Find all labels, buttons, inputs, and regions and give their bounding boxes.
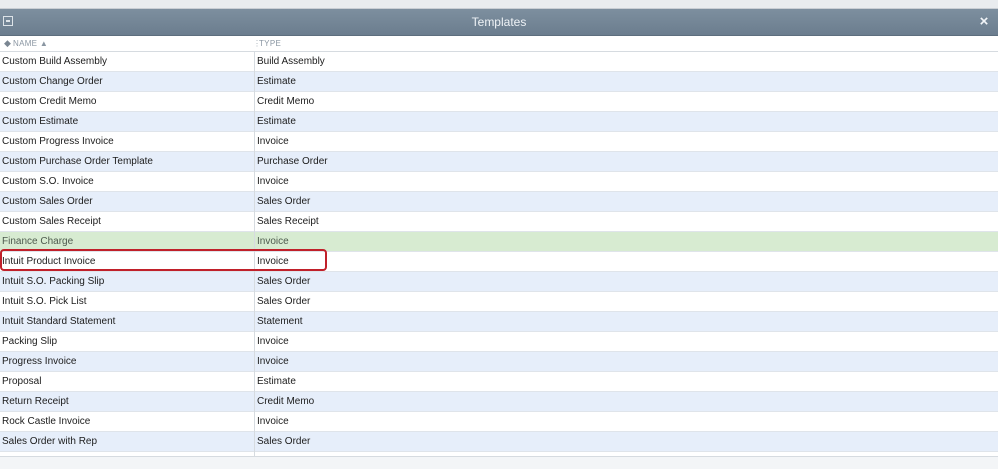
template-type-cell: Purchase Order xyxy=(257,156,328,167)
template-type-cell: Sales Order xyxy=(257,276,311,287)
template-name-cell: Proposal xyxy=(2,376,42,387)
template-name-cell: Custom S.O. Invoice xyxy=(2,176,94,187)
close-icon[interactable]: × xyxy=(976,12,992,32)
template-name-cell: Custom Estimate xyxy=(2,116,79,127)
template-type-cell: Sales Receipt xyxy=(257,216,319,227)
template-type-cell: Sales Order xyxy=(257,296,311,307)
template-name-cell: Sales Order with Rep xyxy=(2,436,98,447)
table-row[interactable]: Sales Order with Rep Sales Order xyxy=(0,432,998,452)
template-name-cell: Packing Slip xyxy=(2,336,58,347)
template-name-cell: Progress Invoice xyxy=(2,356,77,367)
template-name-cell: Intuit S.O. Pick List xyxy=(2,296,87,307)
bottom-window-strip xyxy=(0,456,998,469)
column-header-row: ◆ NAME ▲ ⋮ TYPE xyxy=(0,36,998,52)
table-row[interactable]: Custom Change Order Estimate xyxy=(0,72,998,92)
template-name-cell: Custom Sales Order xyxy=(2,196,93,207)
table-row[interactable]: Custom Build Assembly Build Assembly xyxy=(0,52,998,72)
template-name-cell: Custom Change Order xyxy=(2,76,103,87)
table-row[interactable]: Custom Sales Order Sales Order xyxy=(0,192,998,212)
table-row[interactable]: Custom Credit Memo Credit Memo xyxy=(0,92,998,112)
template-name-cell: Custom Progress Invoice xyxy=(2,136,114,147)
template-name-cell: Rock Castle Invoice xyxy=(2,416,91,427)
table-row[interactable]: Custom Estimate Estimate xyxy=(0,112,998,132)
template-type-cell: Credit Memo xyxy=(257,96,315,107)
template-type-cell: Estimate xyxy=(257,76,296,87)
template-name-cell: Intuit Standard Statement xyxy=(2,316,116,327)
table-row[interactable]: Intuit S.O. Pick List Sales Order xyxy=(0,292,998,312)
window-titlebar: Templates × xyxy=(0,9,998,36)
table-row[interactable]: Rock Castle Invoice Invoice xyxy=(0,412,998,432)
table-row[interactable]: Return Receipt Credit Memo xyxy=(0,392,998,412)
template-type-cell: Sales Order xyxy=(257,436,311,447)
template-type-cell: Estimate xyxy=(257,116,296,127)
table-row[interactable]: Custom Sales Receipt Sales Receipt xyxy=(0,212,998,232)
table-row[interactable]: Custom Purchase Order Template Purchase O… xyxy=(0,152,998,172)
template-name-cell: Custom Sales Receipt xyxy=(2,216,101,227)
annotation-highlight-box xyxy=(0,249,327,271)
window-title: Templates xyxy=(471,15,527,29)
table-row[interactable]: Custom Progress Invoice Invoice xyxy=(0,132,998,152)
template-name-cell: Intuit S.O. Packing Slip xyxy=(2,276,105,287)
template-name-cell: Custom Credit Memo xyxy=(2,96,97,107)
template-type-cell: Build Assembly xyxy=(257,56,325,67)
table-row[interactable]: Proposal Estimate xyxy=(0,372,998,392)
column-header-type[interactable]: TYPE xyxy=(259,36,281,51)
template-type-cell: Invoice xyxy=(257,416,289,427)
template-type-cell: Invoice xyxy=(257,176,289,187)
template-type-cell: Statement xyxy=(257,316,303,327)
template-name-cell: Custom Build Assembly xyxy=(2,56,108,67)
template-name-cell: Custom Purchase Order Template xyxy=(2,156,153,167)
template-type-cell: Sales Order xyxy=(257,196,311,207)
table-row[interactable]: Custom S.O. Invoice Invoice xyxy=(0,172,998,192)
template-type-cell: Invoice xyxy=(257,356,289,367)
column-header-name[interactable]: NAME ▲ xyxy=(13,36,48,51)
template-type-cell: Credit Memo xyxy=(257,396,315,407)
table-row[interactable]: Intuit Standard Statement Statement xyxy=(0,312,998,332)
diamond-sort-icon[interactable]: ◆ xyxy=(4,36,11,51)
template-name-cell: Return Receipt xyxy=(2,396,69,407)
template-type-cell: Invoice xyxy=(257,336,289,347)
table-row[interactable]: Intuit S.O. Packing Slip Sales Order xyxy=(0,272,998,292)
top-window-strip xyxy=(0,0,998,9)
table-row[interactable]: Progress Invoice Invoice xyxy=(0,352,998,372)
table-row[interactable]: Packing Slip Invoice xyxy=(0,332,998,352)
template-type-cell: Estimate xyxy=(257,376,296,387)
template-type-cell: Invoice xyxy=(257,136,289,147)
